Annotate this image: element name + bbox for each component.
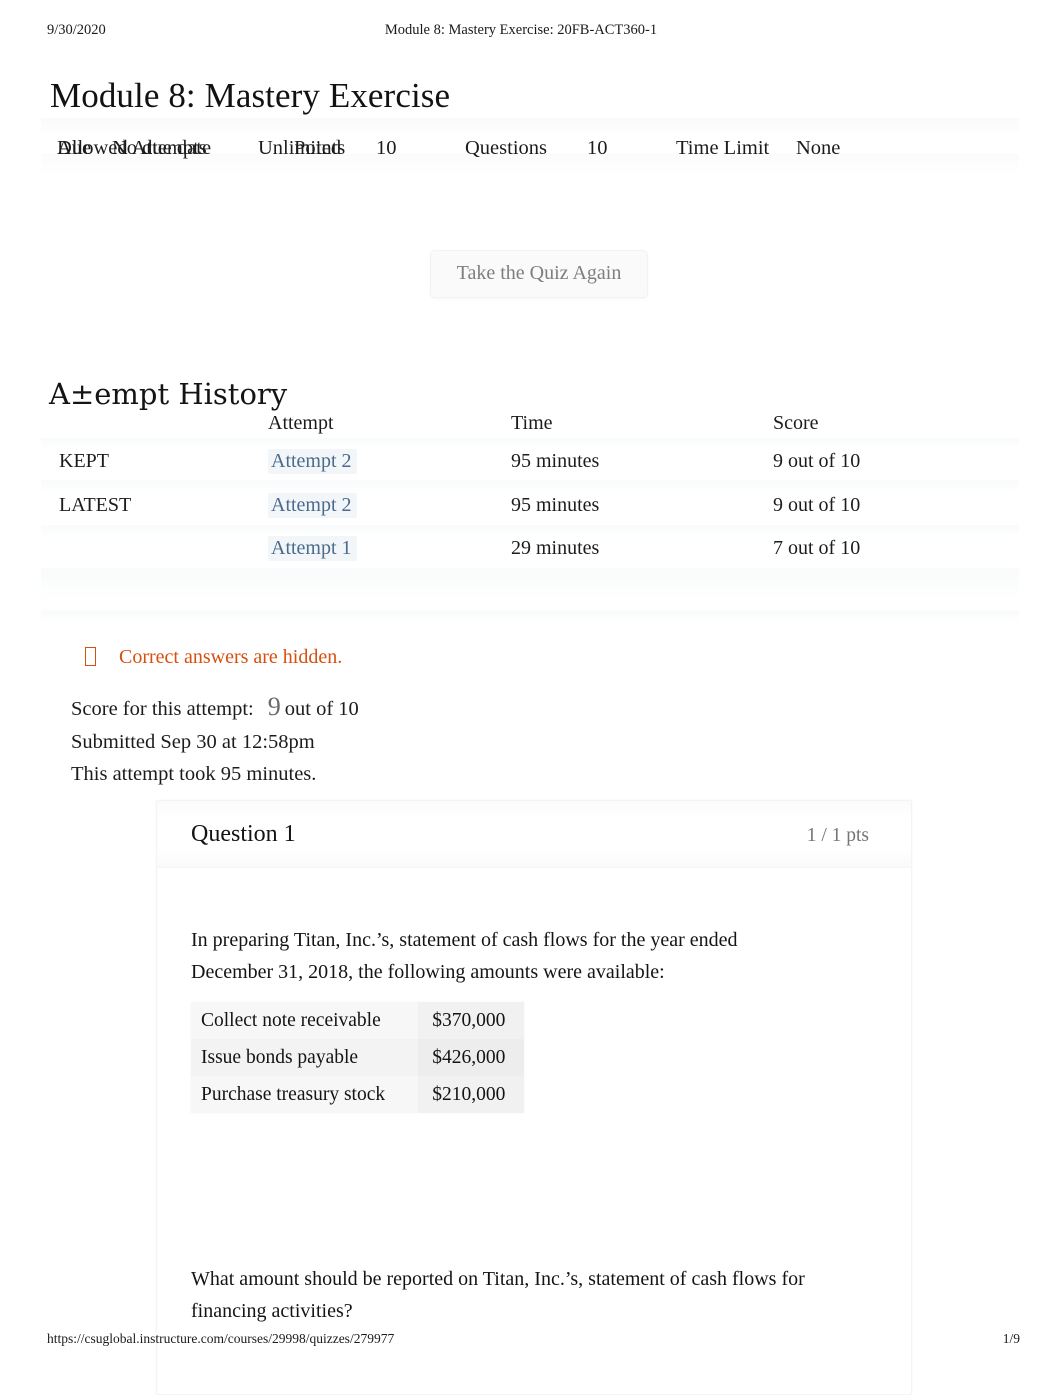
question-body: In preparing Titan, Inc.’s, statement of… [157,868,911,1394]
table-row: Issue bonds payable $426,000 [191,1039,524,1076]
attempt-status-tag: LATEST [59,493,132,516]
attempt-link[interactable]: Attempt 2 [268,449,357,474]
allowed-attempts-label: Allowed Attempts [57,137,207,159]
amount-label: Issue bonds payable [191,1039,419,1076]
questions-value: 10 [587,137,608,159]
amounts-table: Collect note receivable $370,000 Issue b… [191,1002,524,1113]
duration-line: This attempt took 95 minutes. [71,763,317,785]
table-header-row: Attempt Time Score [41,408,1019,446]
table-band-5 [41,610,1019,622]
column-header-score: Score [773,412,819,434]
points-value: 10 [376,137,397,159]
time-limit-value: None [796,137,841,159]
table-row: Collect note receivable $370,000 [191,1002,524,1039]
questions-label: Questions [465,137,547,159]
print-footer: https://csuglobal.instructure.com/course… [47,1331,1020,1349]
score-line: Score for this attempt: 9 out of 10 [71,691,359,726]
score-label: Score for this attempt: [71,698,254,720]
quiz-meta-block: Due No due date Points 10 Questions 10 T… [41,118,1019,176]
amount-value: $370,000 [418,1002,524,1039]
attempt-score: 9 out of 10 [773,493,861,516]
hidden-notice-text: Correct answers are hidden. [119,646,343,668]
question-card: Question 1 1 / 1 pts In preparing Titan,… [156,800,912,1395]
attempt-link-cell: Attempt 1 [268,533,357,563]
retake-button-container: Take the Quiz Again [0,250,1062,298]
time-limit-label: Time Limit [676,137,770,159]
attempt-time: 29 minutes [511,537,600,559]
attempt-link[interactable]: Attempt 2 [268,492,357,518]
amount-value: $426,000 [418,1039,524,1076]
footer-url: https://csuglobal.instructure.com/course… [47,1331,395,1346]
attempt-link-cell: Attempt 2 [268,446,357,476]
attempt-score: 7 out of 10 [773,537,861,559]
question-text: What amount should be reported on Titan,… [191,1268,805,1322]
attempt-history-heading: A±empt History [49,377,288,412]
amount-value: $210,000 [418,1076,524,1113]
table-row: LATEST Attempt 2 95 minutes 9 out of 10 [41,490,1019,534]
question-title: Question 1 [191,821,296,847]
missing-glyph-box-icon [85,647,96,666]
submitted-line: Submitted Sep 30 at 12:58pm [71,730,315,753]
print-doc-title: Module 8: Mastery Exercise: 20FB-ACT360-… [384,22,658,38]
allowed-attempts-value: Unlimited [258,137,342,159]
attempt-score: 9 out of 10 [773,450,861,472]
table-row: Attempt 1 29 minutes 7 out of 10 [41,533,1019,577]
attempt-score-summary: Score for this attempt: 9 out of 10 Submit… [71,691,359,791]
attempt-time: 95 minutes [511,493,600,516]
table-row: Purchase treasury stock $210,000 [191,1076,524,1113]
amount-label: Collect note receivable [201,1010,381,1031]
attempt-link-cell: Attempt 2 [268,490,357,520]
column-header-attempt: Attempt [268,412,334,434]
attempt-status-tag: KEPT [59,450,109,472]
score-value: 9 [267,692,281,721]
page-title: Module 8: Mastery Exercise [50,76,451,116]
amount-label: Purchase treasury stock [201,1084,386,1105]
question-prompt: In preparing Titan, Inc.’s, statement of… [191,929,738,983]
attempt-time: 95 minutes [511,450,600,472]
print-header: 9/30/2020 Module 8: Mastery Exercise: 20… [47,22,1015,42]
table-row: KEPT Attempt 2 95 minutes 9 out of 10 [41,446,1019,490]
attempt-link[interactable]: Attempt 1 [268,536,357,561]
column-header-time: Time [511,412,553,434]
question-header: Question 1 1 / 1 pts [157,801,911,868]
score-out-of: out of 10 [284,698,359,720]
meta-band-top [41,118,1019,132]
footer-page-number: 1/9 [1002,1331,1020,1346]
take-quiz-again-button[interactable]: Take the Quiz Again [429,250,649,298]
correct-answers-hidden-notice: Correct answers are hidden. [85,643,342,671]
attempt-history-table: Attempt Time Score KEPT Attempt 2 95 min… [41,408,1019,622]
question-points: 1 / 1 pts [806,825,869,846]
